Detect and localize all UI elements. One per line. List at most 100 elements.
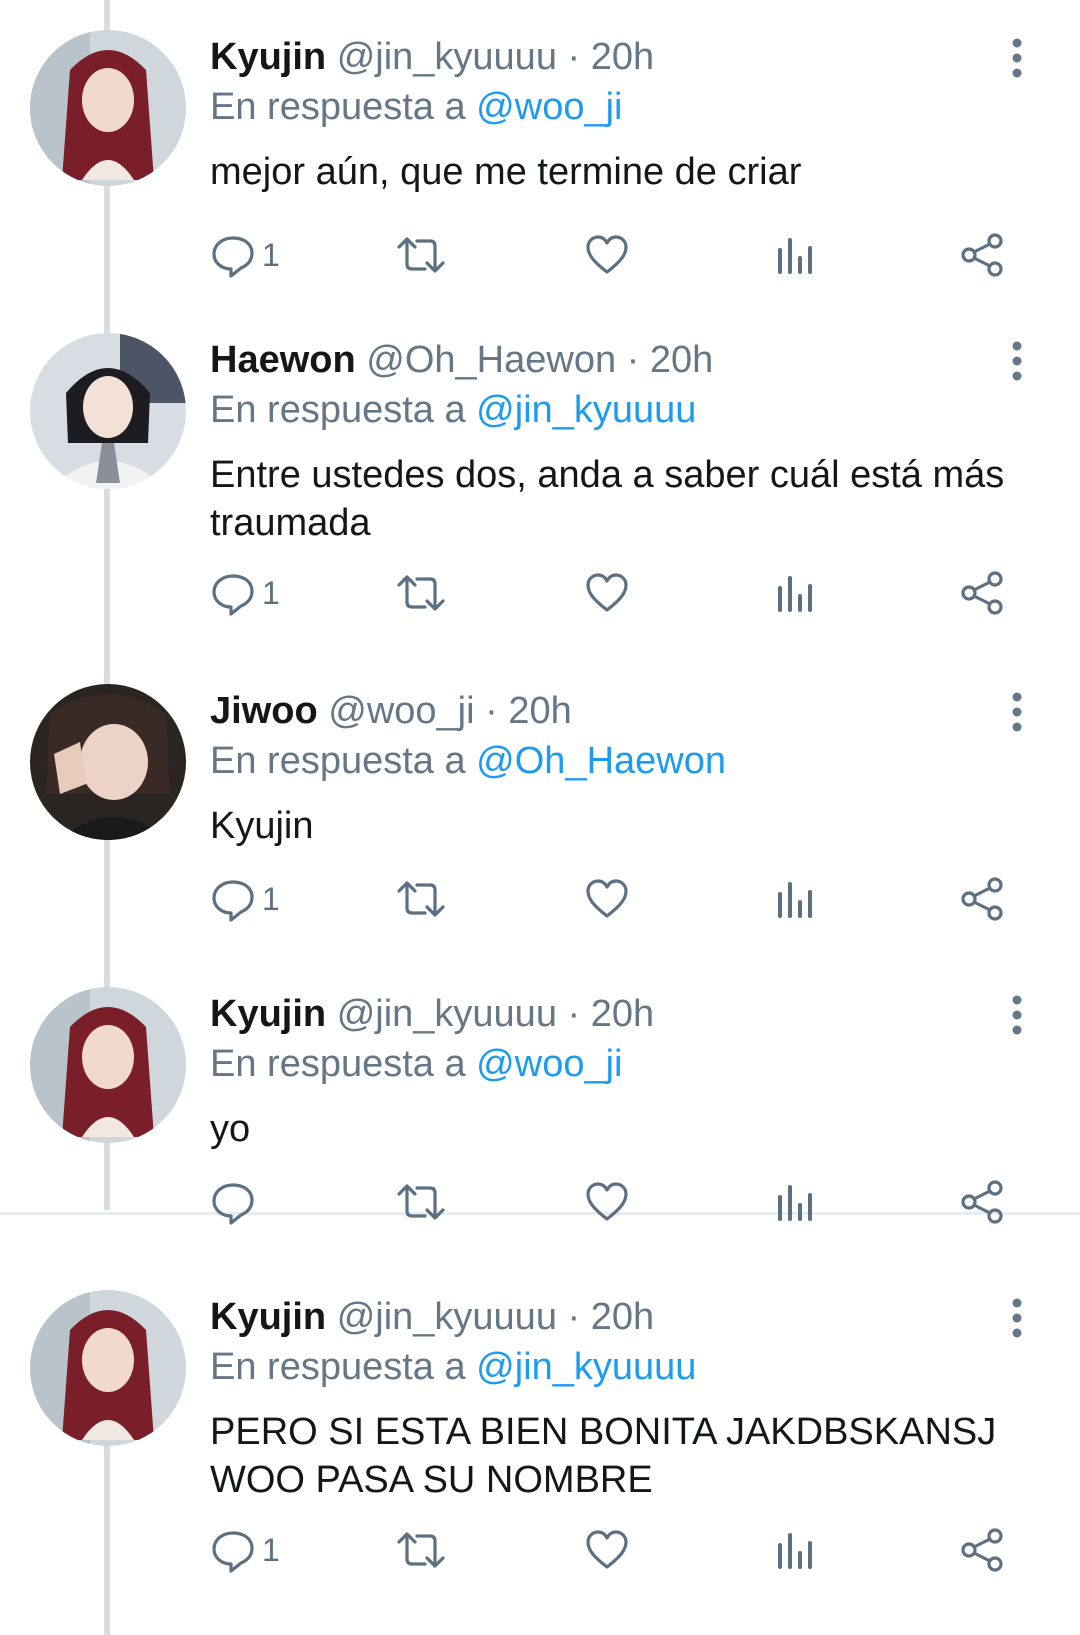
share-button[interactable]	[960, 568, 1006, 618]
display-name[interactable]: Kyujin	[210, 36, 326, 78]
reply-icon	[212, 880, 254, 922]
replying-to: En respuesta a @jin_kyuuuu	[210, 387, 696, 433]
replying-to-mention[interactable]: @Oh_Haewon	[476, 740, 726, 782]
share-icon	[961, 1180, 1003, 1224]
timestamp[interactable]: · 20h	[568, 1296, 655, 1338]
avatar[interactable]	[30, 1290, 186, 1446]
stats-icon	[778, 882, 812, 918]
handle[interactable]: @jin_kyuuuu	[337, 1296, 557, 1338]
tweet-actions: 1	[210, 230, 1010, 280]
share-button[interactable]	[960, 1525, 1006, 1575]
replying-to: En respuesta a @woo_ji	[210, 84, 622, 130]
avatar[interactable]	[30, 30, 186, 186]
like-button[interactable]	[584, 874, 630, 924]
display-name[interactable]: Haewon	[210, 339, 356, 381]
reply-count: 1	[262, 1531, 280, 1568]
share-button[interactable]	[960, 1177, 1006, 1227]
like-button[interactable]	[584, 568, 630, 618]
tweet[interactable]: Haewon @Oh_Haewon · 20h En respuesta a @…	[0, 333, 1080, 633]
more-options-icon[interactable]	[1000, 341, 1034, 381]
reply-button[interactable]: 1	[210, 874, 280, 924]
reply-count: 1	[262, 574, 280, 611]
share-icon	[961, 877, 1003, 921]
tweet-actions: 1	[210, 874, 1010, 924]
retweet-button[interactable]	[395, 230, 447, 280]
share-button[interactable]	[960, 230, 1006, 280]
analytics-button[interactable]	[772, 230, 818, 280]
display-name[interactable]: Jiwoo	[210, 690, 318, 732]
tweet-text: Kyujin	[210, 805, 314, 847]
reply-count: 1	[262, 880, 280, 917]
retweet-icon	[397, 881, 445, 917]
replying-to: En respuesta a @jin_kyuuuu	[210, 1344, 696, 1390]
stats-icon	[778, 1533, 812, 1569]
analytics-button[interactable]	[772, 1177, 818, 1227]
reply-icon	[212, 574, 254, 616]
reply-button[interactable]	[210, 1177, 262, 1227]
analytics-button[interactable]	[772, 568, 818, 618]
like-button[interactable]	[584, 1525, 630, 1575]
timestamp[interactable]: · 20h	[627, 339, 714, 381]
reply-button[interactable]: 1	[210, 568, 280, 618]
reply-button[interactable]: 1	[210, 230, 280, 280]
retweet-button[interactable]	[395, 568, 447, 618]
tweet-text: mejor aún, que me termine de criar	[210, 151, 802, 193]
like-icon	[586, 573, 628, 612]
retweet-icon	[397, 237, 445, 273]
retweet-icon	[397, 575, 445, 611]
like-icon	[586, 235, 628, 274]
share-icon	[961, 233, 1003, 277]
analytics-button[interactable]	[772, 874, 818, 924]
like-button[interactable]	[584, 230, 630, 280]
analytics-button[interactable]	[772, 1525, 818, 1575]
display-name[interactable]: Kyujin	[210, 993, 326, 1035]
avatar[interactable]	[30, 987, 186, 1143]
retweet-button[interactable]	[395, 874, 447, 924]
tweet-header: Kyujin @jin_kyuuuu · 20h	[210, 34, 654, 80]
retweet-button[interactable]	[395, 1177, 447, 1227]
handle[interactable]: @jin_kyuuuu	[337, 993, 557, 1035]
tweet[interactable]: Kyujin @jin_kyuuuu · 20h En respuesta a …	[0, 30, 1080, 290]
share-icon	[961, 1528, 1003, 1572]
replying-to-label: En respuesta a	[210, 1346, 466, 1388]
tweet-header: Kyujin @jin_kyuuuu · 20h	[210, 991, 654, 1037]
replying-to-mention[interactable]: @jin_kyuuuu	[476, 389, 696, 431]
more-options-icon[interactable]	[1000, 38, 1034, 78]
share-icon	[961, 571, 1003, 615]
avatar[interactable]	[30, 684, 186, 840]
like-icon	[586, 1182, 628, 1221]
share-button[interactable]	[960, 874, 1006, 924]
like-button[interactable]	[584, 1177, 630, 1227]
stats-icon	[778, 238, 812, 274]
handle[interactable]: @Oh_Haewon	[366, 339, 616, 381]
more-options-icon[interactable]	[1000, 692, 1034, 732]
display-name[interactable]: Kyujin	[210, 1296, 326, 1338]
stats-icon	[778, 576, 812, 612]
replying-to-label: En respuesta a	[210, 86, 466, 128]
stats-icon	[778, 1185, 812, 1221]
reply-icon	[212, 1531, 254, 1573]
reply-icon	[212, 1183, 254, 1225]
tweet[interactable]: Kyujin @jin_kyuuuu · 20h En respuesta a …	[0, 1290, 1080, 1590]
tweet[interactable]: Jiwoo @woo_ji · 20h En respuesta a @Oh_H…	[0, 684, 1080, 944]
more-options-icon[interactable]	[1000, 1298, 1034, 1338]
replying-to-mention[interactable]: @jin_kyuuuu	[476, 1346, 696, 1388]
handle[interactable]: @jin_kyuuuu	[337, 36, 557, 78]
tweet-text: PERO SI ESTA BIEN BONITA JAKDBSKANSJ WOO…	[210, 1411, 997, 1501]
timestamp[interactable]: · 20h	[568, 36, 655, 78]
timestamp[interactable]: · 20h	[568, 993, 655, 1035]
timestamp[interactable]: · 20h	[485, 690, 572, 732]
replying-to-mention[interactable]: @woo_ji	[476, 1043, 622, 1085]
reply-button[interactable]: 1	[210, 1525, 280, 1575]
tweet[interactable]: Kyujin @jin_kyuuuu · 20h En respuesta a …	[0, 987, 1080, 1225]
replying-to-label: En respuesta a	[210, 740, 466, 782]
handle[interactable]: @woo_ji	[328, 690, 474, 732]
replying-to: En respuesta a @Oh_Haewon	[210, 738, 726, 784]
reply-thread: Kyujin @jin_kyuuuu · 20h En respuesta a …	[0, 0, 1080, 1635]
retweet-button[interactable]	[395, 1525, 447, 1575]
replying-to-mention[interactable]: @woo_ji	[476, 86, 622, 128]
tweet-text: yo	[210, 1108, 251, 1150]
reply-icon	[212, 236, 254, 278]
more-options-icon[interactable]	[1000, 995, 1034, 1035]
avatar[interactable]	[30, 333, 186, 489]
